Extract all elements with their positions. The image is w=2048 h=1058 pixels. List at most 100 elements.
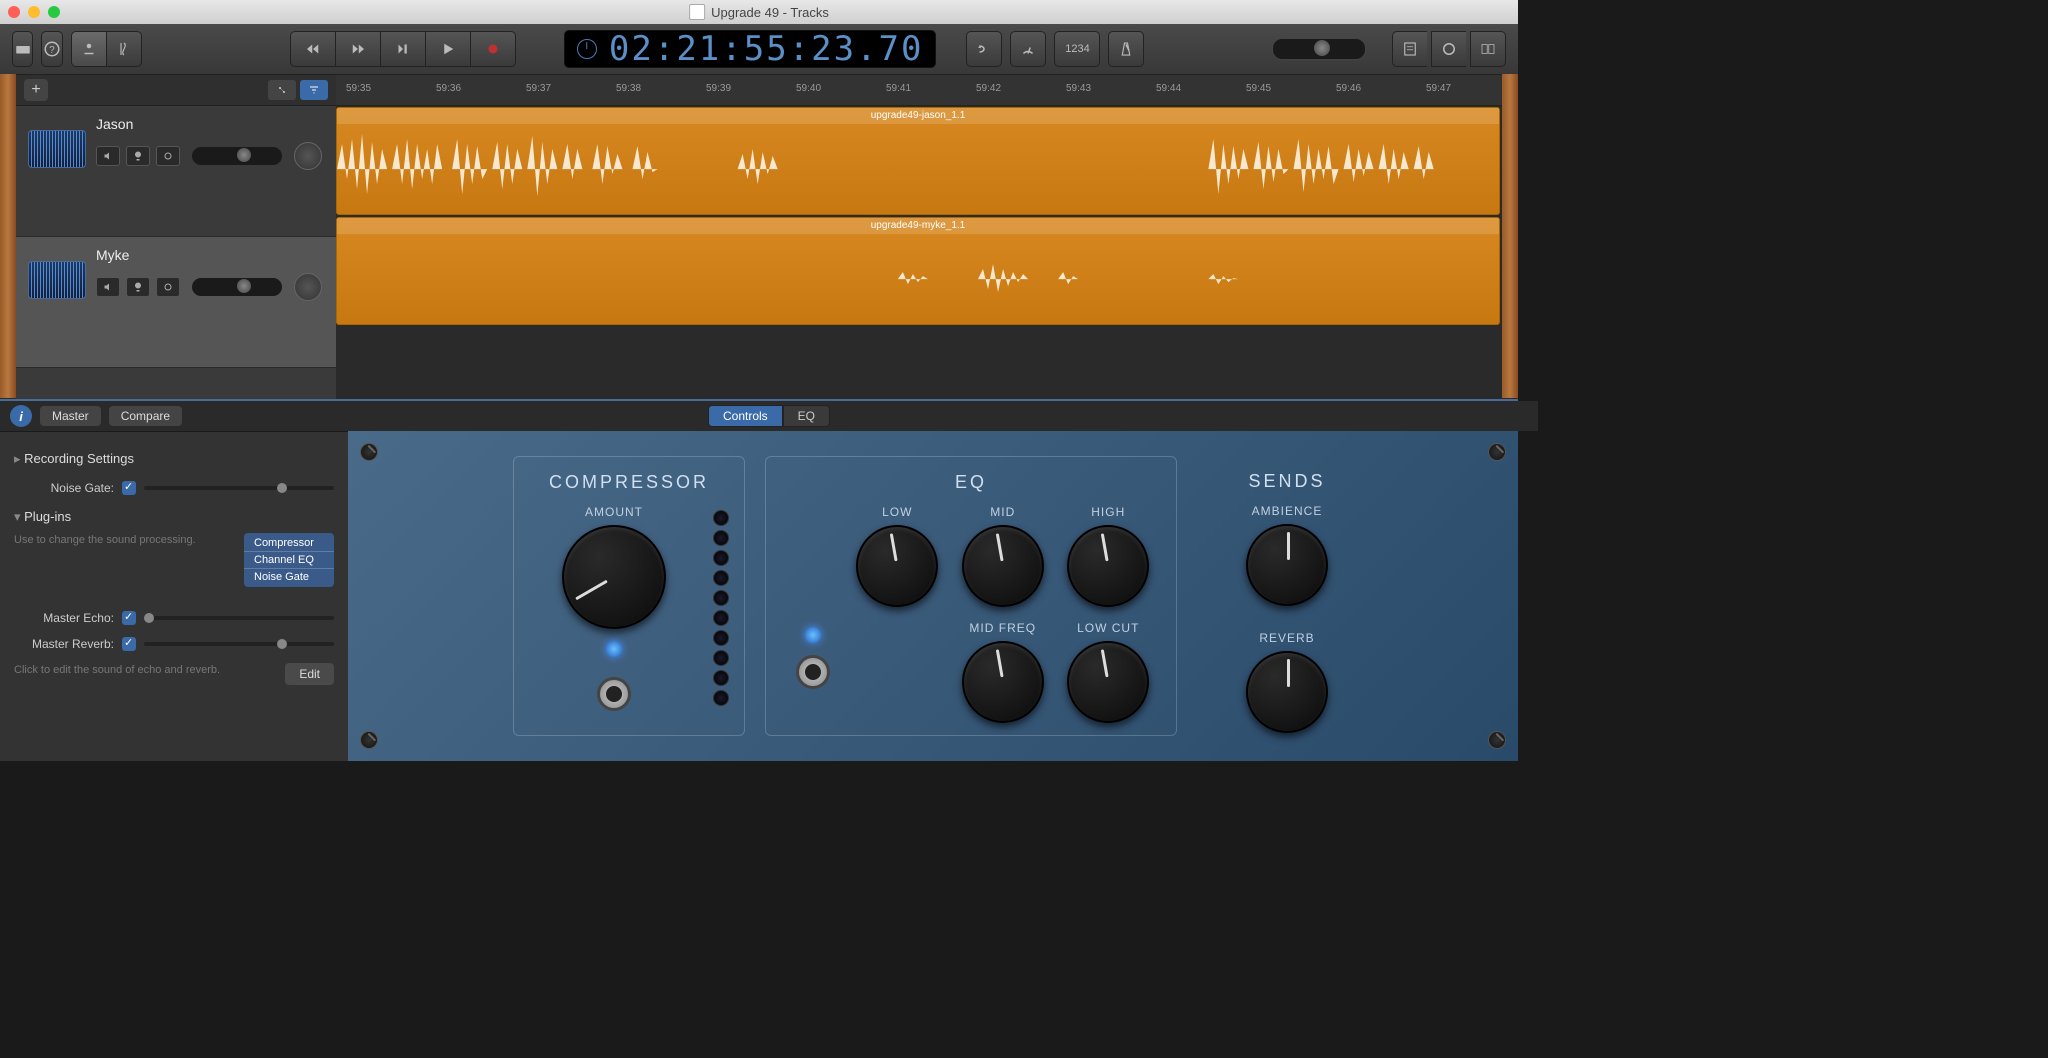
wood-panel-left [0,74,16,398]
plugin-slot[interactable]: Channel EQ [244,552,334,569]
ruler-tick: 59:36 [436,83,461,94]
amount-label: AMOUNT [585,505,643,519]
ambience-label: AMBIENCE [1252,504,1323,518]
lcd-time: 02:21:55:23.70 [609,29,924,69]
track-icon [28,261,86,299]
solo-button[interactable] [126,277,150,297]
audio-region[interactable]: upgrade49-jason_1.1 [336,107,1500,215]
track-filter-button[interactable] [300,80,328,100]
master-reverb-label: Master Reverb: [14,637,114,651]
tab-eq[interactable]: EQ [783,405,830,427]
reverb-knob[interactable] [1246,651,1328,733]
rewind-button[interactable] [290,31,335,67]
compressor-title: COMPRESSOR [529,472,729,493]
ruler[interactable]: 59:3559:3659:3759:3859:3959:4059:4159:42… [336,75,1502,106]
plugins-disclosure[interactable]: Plug-ins [14,501,334,533]
ruler-tick: 59:47 [1426,83,1451,94]
svg-text:?: ? [49,45,55,56]
smart-controls-button[interactable] [71,31,106,67]
clock-icon [577,39,597,59]
close-window-button[interactable] [8,6,20,18]
recording-settings-disclosure[interactable]: Recording Settings [14,443,334,475]
master-echo-checkbox[interactable] [122,611,136,625]
plugin-slot[interactable]: Noise Gate [244,569,334,585]
record-button[interactable] [470,31,516,67]
eq-low-knob[interactable] [856,525,938,607]
ambience-knob[interactable] [1246,524,1328,606]
tuner-button[interactable] [1010,31,1046,67]
track-pan-knob[interactable] [294,142,322,170]
ruler-tick: 59:37 [526,83,551,94]
eq-lowcut-label: LOW CUT [1077,621,1139,635]
toolbar: ? 02:21:55:23.70 1234 [0,24,1518,75]
count-in-button[interactable]: 1234 [1054,31,1100,67]
master-reverb-slider[interactable] [144,642,334,646]
eq-high-knob[interactable] [1067,525,1149,607]
audio-region[interactable]: upgrade49-myke_1.1 [336,217,1500,325]
input-monitor-button[interactable] [156,146,180,166]
cycle-button[interactable] [966,31,1002,67]
eq-jack [796,655,830,689]
track-volume-slider[interactable] [192,278,282,296]
track-name[interactable]: Jason [96,116,324,132]
timeline[interactable]: 59:3559:3659:3759:3859:3959:4059:4159:42… [336,75,1502,399]
forward-button[interactable] [335,31,380,67]
metronome-button[interactable] [1108,31,1144,67]
master-volume-slider[interactable] [1272,38,1366,60]
media-browser-button[interactable] [1470,31,1506,67]
track-header[interactable]: Myke [16,237,336,368]
echo-reverb-help-text: Click to edit the sound of echo and reve… [14,663,277,678]
mute-button[interactable] [96,146,120,166]
ruler-tick: 59:43 [1066,83,1091,94]
mute-button[interactable] [96,277,120,297]
compressor-led [606,641,622,657]
ruler-tick: 59:38 [616,83,641,94]
notepad-button[interactable] [1392,31,1427,67]
eq-panel: EQ LOW MID [765,456,1177,736]
region-name: upgrade49-jason_1.1 [337,108,1499,124]
eq-mid-knob[interactable] [962,525,1044,607]
sends-title: SENDS [1212,471,1362,492]
play-button[interactable] [425,31,470,67]
track-header[interactable]: Jason [16,106,336,237]
stop-button[interactable] [380,31,425,67]
edit-button[interactable]: Edit [285,663,334,685]
waveform [337,124,1499,214]
window-title: Upgrade 49 - Tracks [711,5,829,20]
library-button[interactable] [12,31,33,67]
ruler-tick: 59:39 [706,83,731,94]
track-view-button[interactable] [268,80,296,100]
input-monitor-button[interactable] [156,277,180,297]
inspector-button[interactable]: i [10,405,32,427]
solo-button[interactable] [126,146,150,166]
reverb-label: REVERB [1259,631,1314,645]
compare-button[interactable]: Compare [109,406,182,426]
noise-gate-checkbox[interactable] [122,481,136,495]
track-name[interactable]: Myke [96,247,324,263]
eq-midfreq-knob[interactable]: .panel.eq .knob::after{transform:transla… [962,641,1044,723]
compressor-amount-knob[interactable]: .knob.big::after{transform:translateX(-5… [562,525,666,629]
lcd-display[interactable]: 02:21:55:23.70 [564,30,937,68]
master-echo-slider[interactable]: .sl[style*="--p:0"]::after{left:0} [144,616,334,620]
ruler-tick: 59:35 [346,83,371,94]
track-pan-knob[interactable] [294,273,322,301]
sends-panel: SENDS AMBIENCE REVERB [1197,456,1377,736]
minimize-window-button[interactable] [28,6,40,18]
loops-button[interactable] [1431,31,1466,67]
tab-controls[interactable]: Controls [708,405,783,427]
eq-midfreq-label: MID FREQ [969,621,1036,635]
editors-button[interactable] [106,31,142,67]
wood-panel-right [1502,74,1518,398]
titlebar: Upgrade 49 - Tracks [0,0,1518,24]
quick-help-button[interactable]: ? [41,31,62,67]
noise-gate-slider[interactable] [144,486,334,490]
master-button[interactable]: Master [40,406,101,426]
eq-led [805,627,821,643]
zoom-window-button[interactable] [48,6,60,18]
add-track-button[interactable]: + [24,79,48,101]
eq-high-label: HIGH [1091,505,1125,519]
track-volume-slider[interactable] [192,147,282,165]
eq-lowcut-knob[interactable] [1067,641,1149,723]
plugin-slot[interactable]: Compressor [244,535,334,552]
master-reverb-checkbox[interactable] [122,637,136,651]
